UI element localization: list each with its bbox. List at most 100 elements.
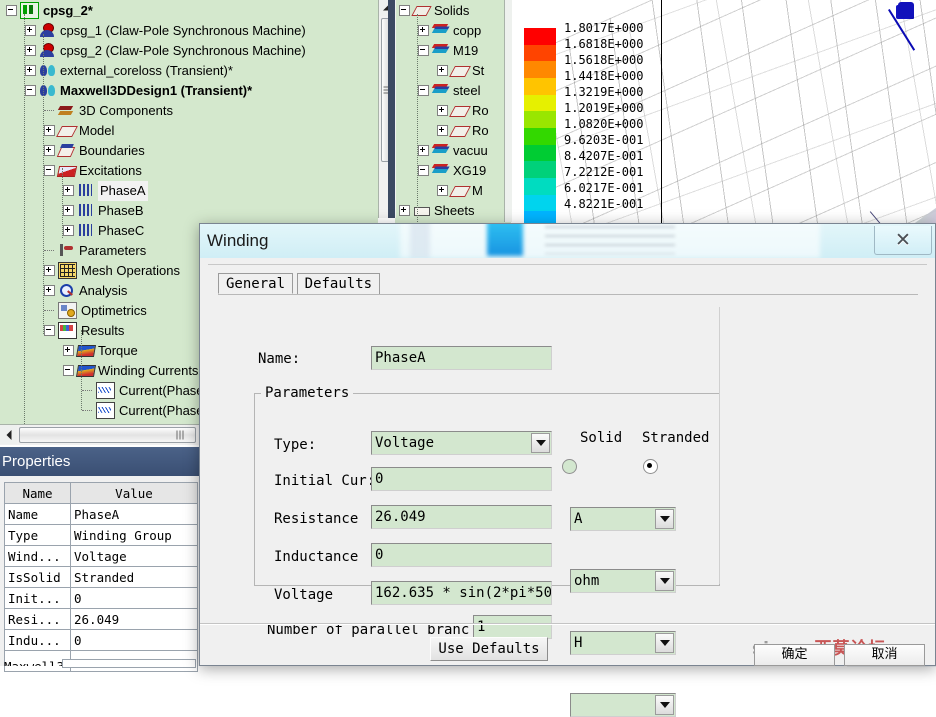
chevron-down-icon[interactable] — [655, 571, 674, 592]
tree-item-cpsg-2[interactable]: cpsg_2* — [6, 0, 93, 20]
model-tree-scrollbar[interactable] — [504, 0, 512, 222]
tree-item-steel[interactable]: steel — [418, 80, 480, 100]
tree-item-excitations[interactable]: Excitations — [44, 160, 142, 180]
use-defaults-button[interactable]: Use Defaults — [430, 637, 548, 661]
tree-item-m19[interactable]: M19 — [418, 40, 478, 60]
stranded-radio[interactable] — [642, 459, 658, 475]
project-tree-horizontal-scrollbar[interactable] — [0, 424, 199, 445]
tree-item-ro[interactable]: Ro — [437, 120, 489, 140]
tree-item-torque[interactable]: Torque — [63, 340, 138, 360]
table-row[interactable]: Type Winding Group — [4, 524, 198, 546]
expand-icon[interactable] — [437, 65, 448, 77]
inductance-input[interactable]: 0 — [371, 543, 552, 567]
collapse-icon[interactable] — [418, 85, 429, 97]
property-value-cell[interactable]: Winding Group — [70, 524, 198, 546]
expand-icon[interactable] — [437, 125, 448, 137]
tree-item-3d-components[interactable]: 3D Components — [44, 100, 173, 120]
tree-item-xg19[interactable]: XG19 — [418, 160, 486, 180]
expand-icon[interactable] — [25, 45, 36, 57]
solid-radio[interactable] — [562, 459, 577, 475]
voltage-input[interactable]: 162.635 * sin(2*pi*50* — [371, 581, 552, 605]
property-value-cell[interactable]: PhaseA — [70, 503, 198, 525]
expand-icon[interactable] — [63, 185, 74, 197]
model-tree-panel[interactable]: Solids copp M19 St steel Ro Ro vacuu XG19 M Sheets — [395, 0, 511, 230]
collapse-icon[interactable] — [25, 85, 36, 97]
tree-item-winding-currents[interactable]: Winding Currents — [63, 360, 198, 380]
tree-item-mesh-operations[interactable]: Mesh Operations — [44, 260, 180, 280]
tree-item-sheets[interactable]: Sheets — [399, 200, 474, 220]
resistance-input[interactable]: 26.049 — [371, 505, 552, 529]
property-value-cell[interactable]: Voltage — [70, 545, 198, 567]
expand-icon[interactable] — [44, 285, 55, 297]
expand-icon[interactable] — [44, 265, 55, 277]
initial-current-unit-combobox[interactable]: A — [570, 507, 676, 532]
tree-item-phasec[interactable]: PhaseC — [63, 220, 144, 240]
chevron-down-icon[interactable] — [655, 509, 674, 530]
expand-icon[interactable] — [63, 225, 74, 237]
chevron-down-icon[interactable] — [531, 433, 550, 453]
expand-icon[interactable] — [418, 145, 429, 157]
tree-item-vacuu[interactable]: vacuu — [418, 140, 488, 160]
table-row[interactable]: Init... 0 — [4, 587, 198, 609]
tree-item-external-coreloss-transient[interactable]: external_coreloss (Transient)* — [25, 60, 233, 80]
tree-item-parameters[interactable]: Parameters — [44, 240, 146, 260]
property-value-cell[interactable]: 26.049 — [70, 608, 198, 630]
properties-partial-row-field[interactable] — [62, 659, 196, 668]
tree-item-phaseb[interactable]: PhaseB — [63, 200, 144, 220]
tree-item-cpsg-2-claw-pole-synchronous-machine[interactable]: cpsg_2 (Claw-Pole Synchronous Machine) — [25, 40, 306, 60]
collapse-icon[interactable] — [418, 165, 429, 177]
resistance-unit-combobox[interactable]: ohm — [570, 569, 676, 594]
table-row[interactable]: Resi... 26.049 — [4, 608, 198, 630]
properties-table[interactable]: Name Value Name PhaseA Type Winding Group Wi… — [4, 482, 198, 672]
collapse-icon[interactable] — [399, 5, 410, 17]
hscroll-thumb[interactable] — [19, 427, 196, 443]
property-value-cell[interactable]: Stranded — [70, 566, 198, 588]
property-value-cell[interactable]: 0 — [70, 629, 198, 651]
tree-item-copp[interactable]: copp — [418, 20, 481, 40]
tree-item-st[interactable]: St — [437, 60, 484, 80]
scroll-left-button[interactable] — [0, 425, 17, 444]
expand-icon[interactable] — [44, 125, 55, 137]
expand-icon[interactable] — [25, 25, 36, 37]
tab-defaults[interactable]: Defaults — [296, 273, 381, 294]
tree-item-model[interactable]: Model — [44, 120, 114, 140]
name-input[interactable]: PhaseA — [371, 346, 552, 370]
tree-item-current-phase[interactable]: Current(Phase — [82, 380, 204, 400]
tree-item-maxwell3ddesign1-transient[interactable]: Maxwell3DDesign1 (Transient)* — [25, 80, 252, 100]
tree-item-current-phase[interactable]: Current(Phase — [82, 400, 204, 420]
tree-item-cpsg-1-claw-pole-synchronous-machine[interactable]: cpsg_1 (Claw-Pole Synchronous Machine) — [25, 20, 306, 40]
collapse-icon[interactable] — [6, 5, 17, 17]
collapse-icon[interactable] — [44, 325, 55, 337]
expand-icon[interactable] — [63, 205, 74, 217]
table-row[interactable]: IsSolid Stranded — [4, 566, 198, 588]
tree-item-results[interactable]: Results — [44, 320, 124, 340]
tree-item-phasea[interactable]: PhaseA — [63, 180, 148, 201]
collapse-icon[interactable] — [418, 45, 429, 57]
tree-item-solids[interactable]: Solids — [399, 0, 469, 20]
parallel-branches-input[interactable]: 1 — [473, 615, 552, 639]
expand-icon[interactable] — [437, 185, 448, 197]
winding-dialog-titlebar[interactable]: Winding ✕ — [200, 224, 935, 258]
ok-button[interactable]: 确定 — [754, 644, 835, 666]
expand-icon[interactable] — [399, 205, 410, 217]
table-row[interactable]: Name PhaseA — [4, 503, 198, 525]
tree-item-analysis[interactable]: Analysis — [44, 280, 127, 300]
cancel-button[interactable]: 取消 — [844, 644, 925, 666]
table-row[interactable]: Wind... Voltage — [4, 545, 198, 567]
voltage-unit-combobox[interactable] — [570, 693, 676, 717]
expand-icon[interactable] — [44, 145, 55, 157]
tree-item-ro[interactable]: Ro — [437, 100, 489, 120]
expand-icon[interactable] — [437, 105, 448, 117]
expand-icon[interactable] — [25, 65, 36, 77]
tree-item-optimetrics[interactable]: Optimetrics — [44, 300, 147, 320]
inductance-unit-combobox[interactable]: H — [570, 631, 676, 656]
tree-item-boundaries[interactable]: Boundaries — [44, 140, 145, 160]
initial-current-input[interactable]: 0 — [371, 467, 552, 491]
collapse-icon[interactable] — [44, 165, 55, 177]
tab-general[interactable]: General — [218, 273, 294, 294]
chevron-down-icon[interactable] — [655, 633, 674, 654]
table-row[interactable]: Indu... 0 — [4, 629, 198, 651]
tree-item-m[interactable]: M — [437, 180, 483, 200]
close-button[interactable]: ✕ — [874, 226, 932, 255]
chevron-down-icon[interactable] — [655, 695, 674, 716]
